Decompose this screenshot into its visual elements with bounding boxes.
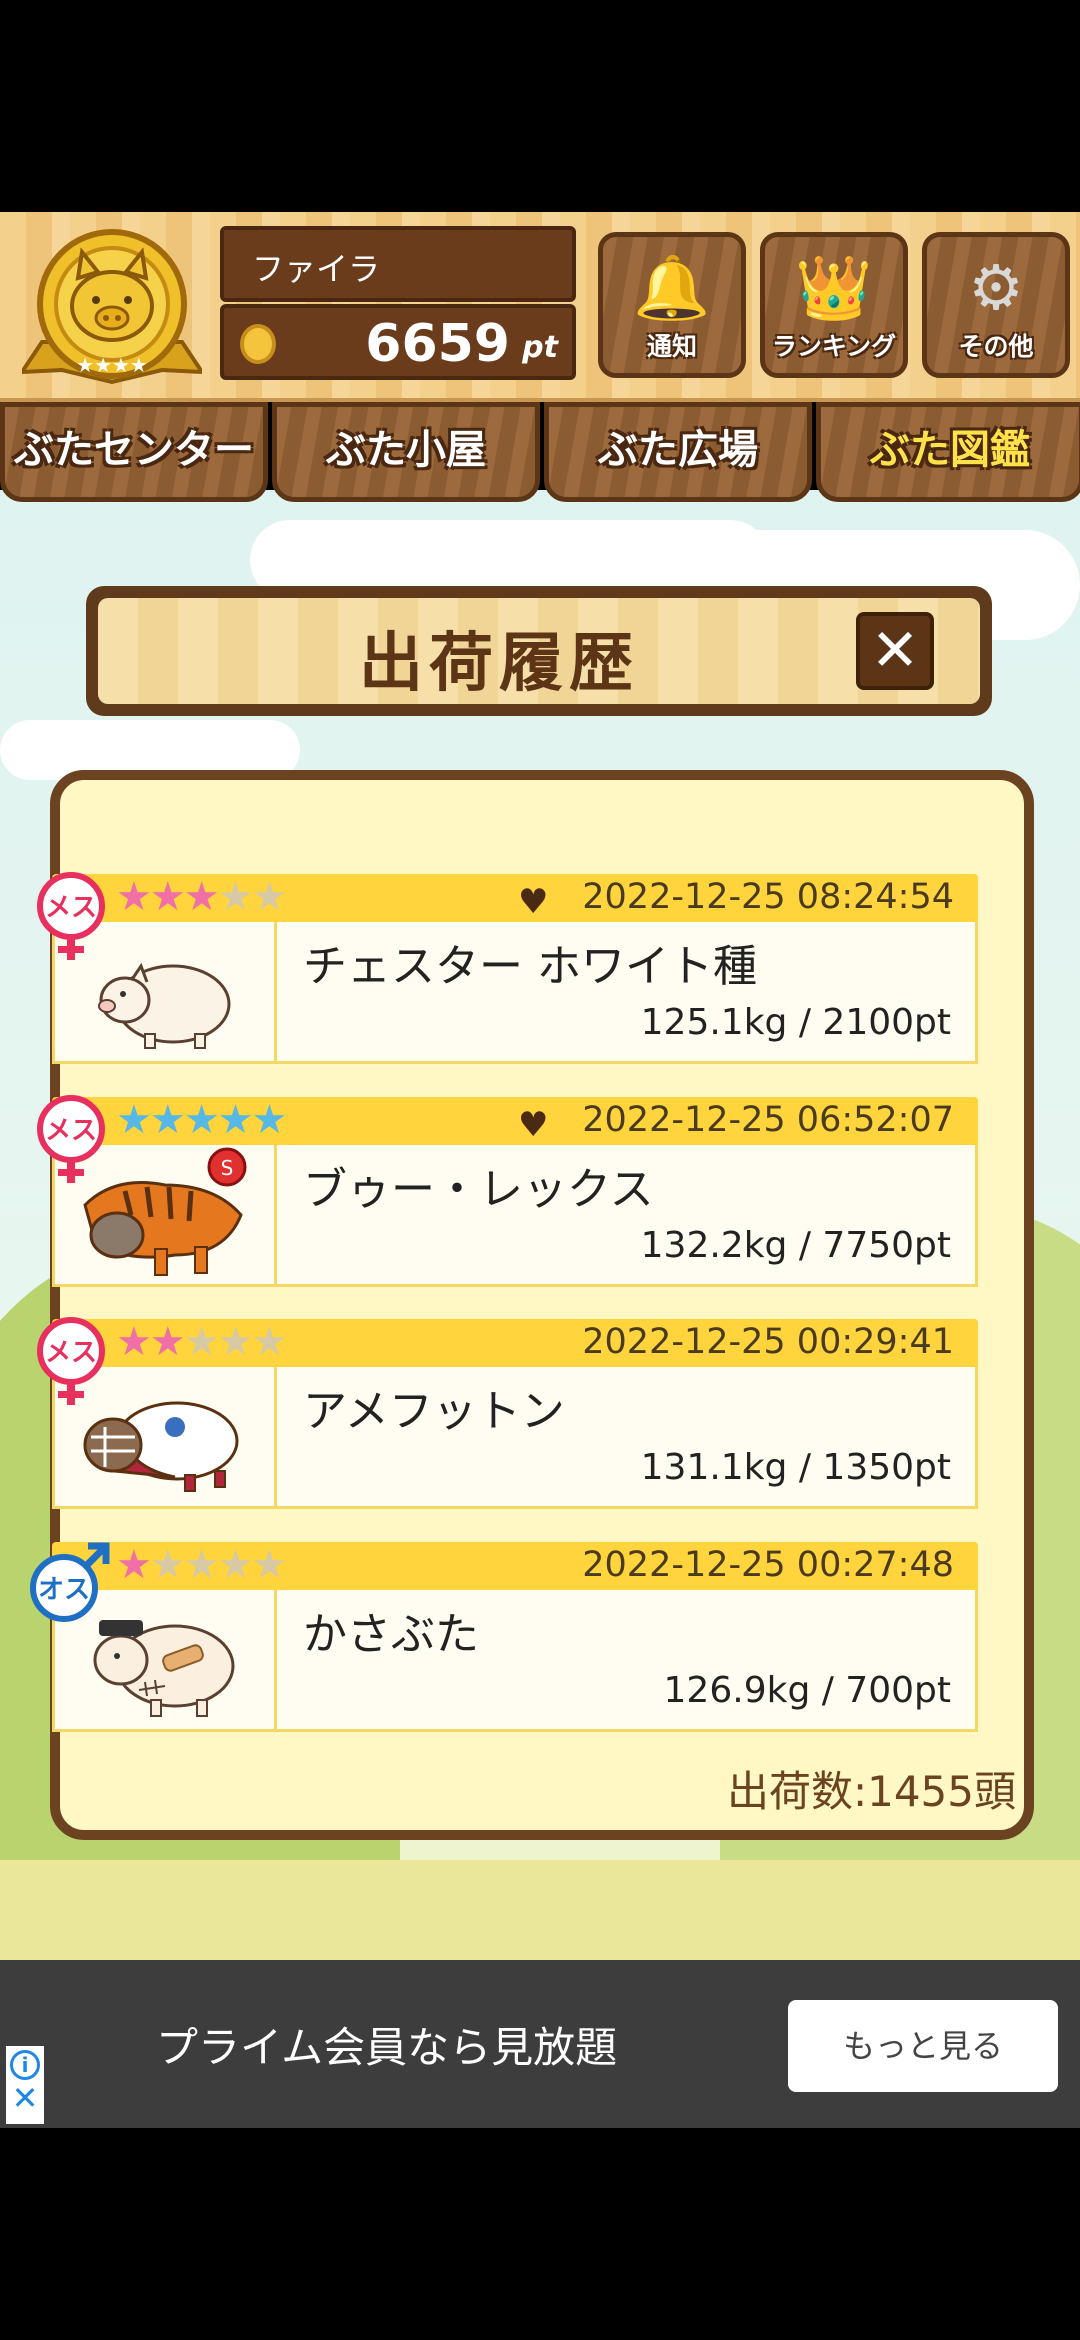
entry-header-bar: ★★★★★ ♥ 2022-12-25 08:24:54 [52, 874, 978, 922]
star-empty-icon: ★ [217, 1319, 254, 1365]
player-name: ファイラ [220, 226, 576, 302]
heart-icon: ♥ [518, 882, 549, 922]
star-empty-icon: ★ [183, 1542, 220, 1588]
female-icon: メス [37, 1095, 105, 1183]
star-empty-icon: ★ [217, 874, 254, 920]
gender-label: オス [38, 1575, 90, 1605]
entry-header-bar: ★★★★★ ♥ 2022-12-25 06:52:07 [52, 1097, 978, 1145]
pig-medal-icon[interactable]: ★★★★ [22, 222, 202, 390]
pig-name: ブゥー・レックス [303, 1164, 654, 1215]
pig-weight-points: 126.9kg / 700pt [663, 1670, 951, 1711]
dialog-title-bar: 出荷履歴 ✕ [86, 586, 992, 716]
coin-icon [240, 324, 276, 364]
tab-buta-hut[interactable]: ぶた小屋 [272, 402, 540, 502]
other-button[interactable]: ⚙ その他 [922, 232, 1070, 378]
star-filled-icon: ★ [149, 1097, 186, 1143]
rarity-stars: ★★★★★ [116, 1097, 287, 1143]
shipment-date: 2022-12-25 06:52:07 [582, 1100, 954, 1140]
star-filled-icon: ★ [217, 1097, 254, 1143]
rarity-stars: ★★★★★ [116, 874, 287, 920]
points-unit: pt [522, 330, 558, 365]
star-filled-icon: ★ [116, 1097, 152, 1143]
ad-choices[interactable]: i ✕ [6, 2046, 44, 2124]
close-button[interactable]: ✕ [856, 612, 934, 690]
shipment-count: 出荷数:1455頭 [726, 1767, 1016, 1816]
star-empty-icon: ★ [251, 1542, 287, 1588]
list-item[interactable]: ★★★★★ ♥ 2022-12-25 08:24:54 チェスター ホワイト種 … [37, 872, 978, 1064]
star-empty-icon: ★ [251, 874, 287, 920]
star-filled-icon: ★ [149, 874, 186, 920]
ad-banner[interactable]: i ✕ プライム会員なら見放題 もっと見る [0, 1960, 1080, 2128]
star-filled-icon: ★ [183, 1097, 220, 1143]
list-item[interactable]: ★★★★★ 2022-12-25 00:27:48 かさぶた 126.9kg /… [30, 1542, 978, 1732]
tab-buta-encyclopedia[interactable]: ぶた図鑑 [816, 402, 1080, 502]
pig-name: かさぶた [303, 1609, 479, 1660]
shipment-date: 2022-12-25 00:27:48 [582, 1545, 954, 1585]
entry-header-bar: ★★★★★ 2022-12-25 00:29:41 [52, 1319, 978, 1367]
player-name-text: ファイラ [252, 250, 381, 288]
pig-name: チェスター ホワイト種 [303, 941, 757, 992]
bell-icon: 🔔 [633, 251, 711, 324]
ad-more-button[interactable]: もっと見る [788, 2000, 1058, 2092]
rarity-stars: ★★★★★ [116, 1542, 287, 1588]
star-filled-icon: ★ [183, 874, 220, 920]
star-filled-icon: ★ [251, 1097, 287, 1143]
gender-label: メス [45, 893, 97, 923]
star-empty-icon: ★ [251, 1319, 287, 1365]
ad-text: プライム会員なら見放題 [156, 2023, 618, 2072]
list-item[interactable]: ★★★★★ ♥ 2022-12-25 06:52:07 S ブゥー・レックス 1… [37, 1095, 978, 1287]
male-icon: オス [30, 1542, 110, 1622]
star-filled-icon: ★ [116, 874, 152, 920]
points-display: 6659 pt [220, 304, 576, 380]
close-icon: ✕ [870, 616, 920, 684]
pig-weight-points: 132.2kg / 7750pt [640, 1225, 951, 1266]
star-empty-icon: ★ [183, 1319, 220, 1365]
other-label: その他 [958, 332, 1034, 361]
star-filled-icon: ★ [116, 1542, 152, 1588]
points-value: 6659 [365, 314, 510, 374]
rarity-stars: ★★★★★ [116, 1319, 287, 1365]
gender-label: メス [45, 1116, 97, 1146]
pig-weight-points: 131.1kg / 1350pt [640, 1447, 951, 1488]
crown-icon: 👑 [795, 251, 873, 324]
ranking-label: ランキング [771, 332, 897, 361]
ranking-button[interactable]: 👑 ランキング [760, 232, 908, 378]
pig-name: アメフットン [303, 1386, 565, 1437]
svg-text:★★★★: ★★★★ [76, 353, 148, 377]
tab-buta-plaza[interactable]: ぶた広場 [544, 402, 812, 502]
star-empty-icon: ★ [149, 1542, 186, 1588]
notification-label: 通知 [646, 332, 697, 361]
female-icon: メス [37, 1317, 105, 1405]
heart-icon: ♥ [518, 1105, 549, 1145]
star-filled-icon: ★ [116, 1319, 152, 1365]
svg-text:S: S [221, 1156, 234, 1180]
close-icon[interactable]: ✕ [6, 2080, 44, 2116]
star-empty-icon: ★ [217, 1542, 254, 1588]
star-filled-icon: ★ [149, 1319, 186, 1365]
main-tabs: ぶたセンター ぶた小屋 ぶた広場 ぶた図鑑 [0, 402, 1080, 506]
female-icon: メス [37, 872, 105, 960]
info-icon[interactable]: i [10, 2050, 40, 2080]
ground [0, 1860, 1080, 1960]
entry-header-bar: ★★★★★ 2022-12-25 00:27:48 [52, 1542, 978, 1590]
dialog-title: 出荷履歴 [359, 627, 639, 701]
tab-buta-center[interactable]: ぶたセンター [0, 402, 268, 502]
shipment-date: 2022-12-25 00:29:41 [582, 1322, 954, 1362]
list-item[interactable]: ★★★★★ 2022-12-25 00:29:41 アメフットン 131.1kg… [37, 1317, 978, 1509]
shipment-date: 2022-12-25 08:24:54 [582, 877, 954, 917]
gender-label: メス [45, 1338, 97, 1368]
notification-button[interactable]: 🔔 通知 [598, 232, 746, 378]
pig-weight-points: 125.1kg / 2100pt [640, 1002, 951, 1043]
gear-icon: ⚙ [968, 251, 1024, 324]
